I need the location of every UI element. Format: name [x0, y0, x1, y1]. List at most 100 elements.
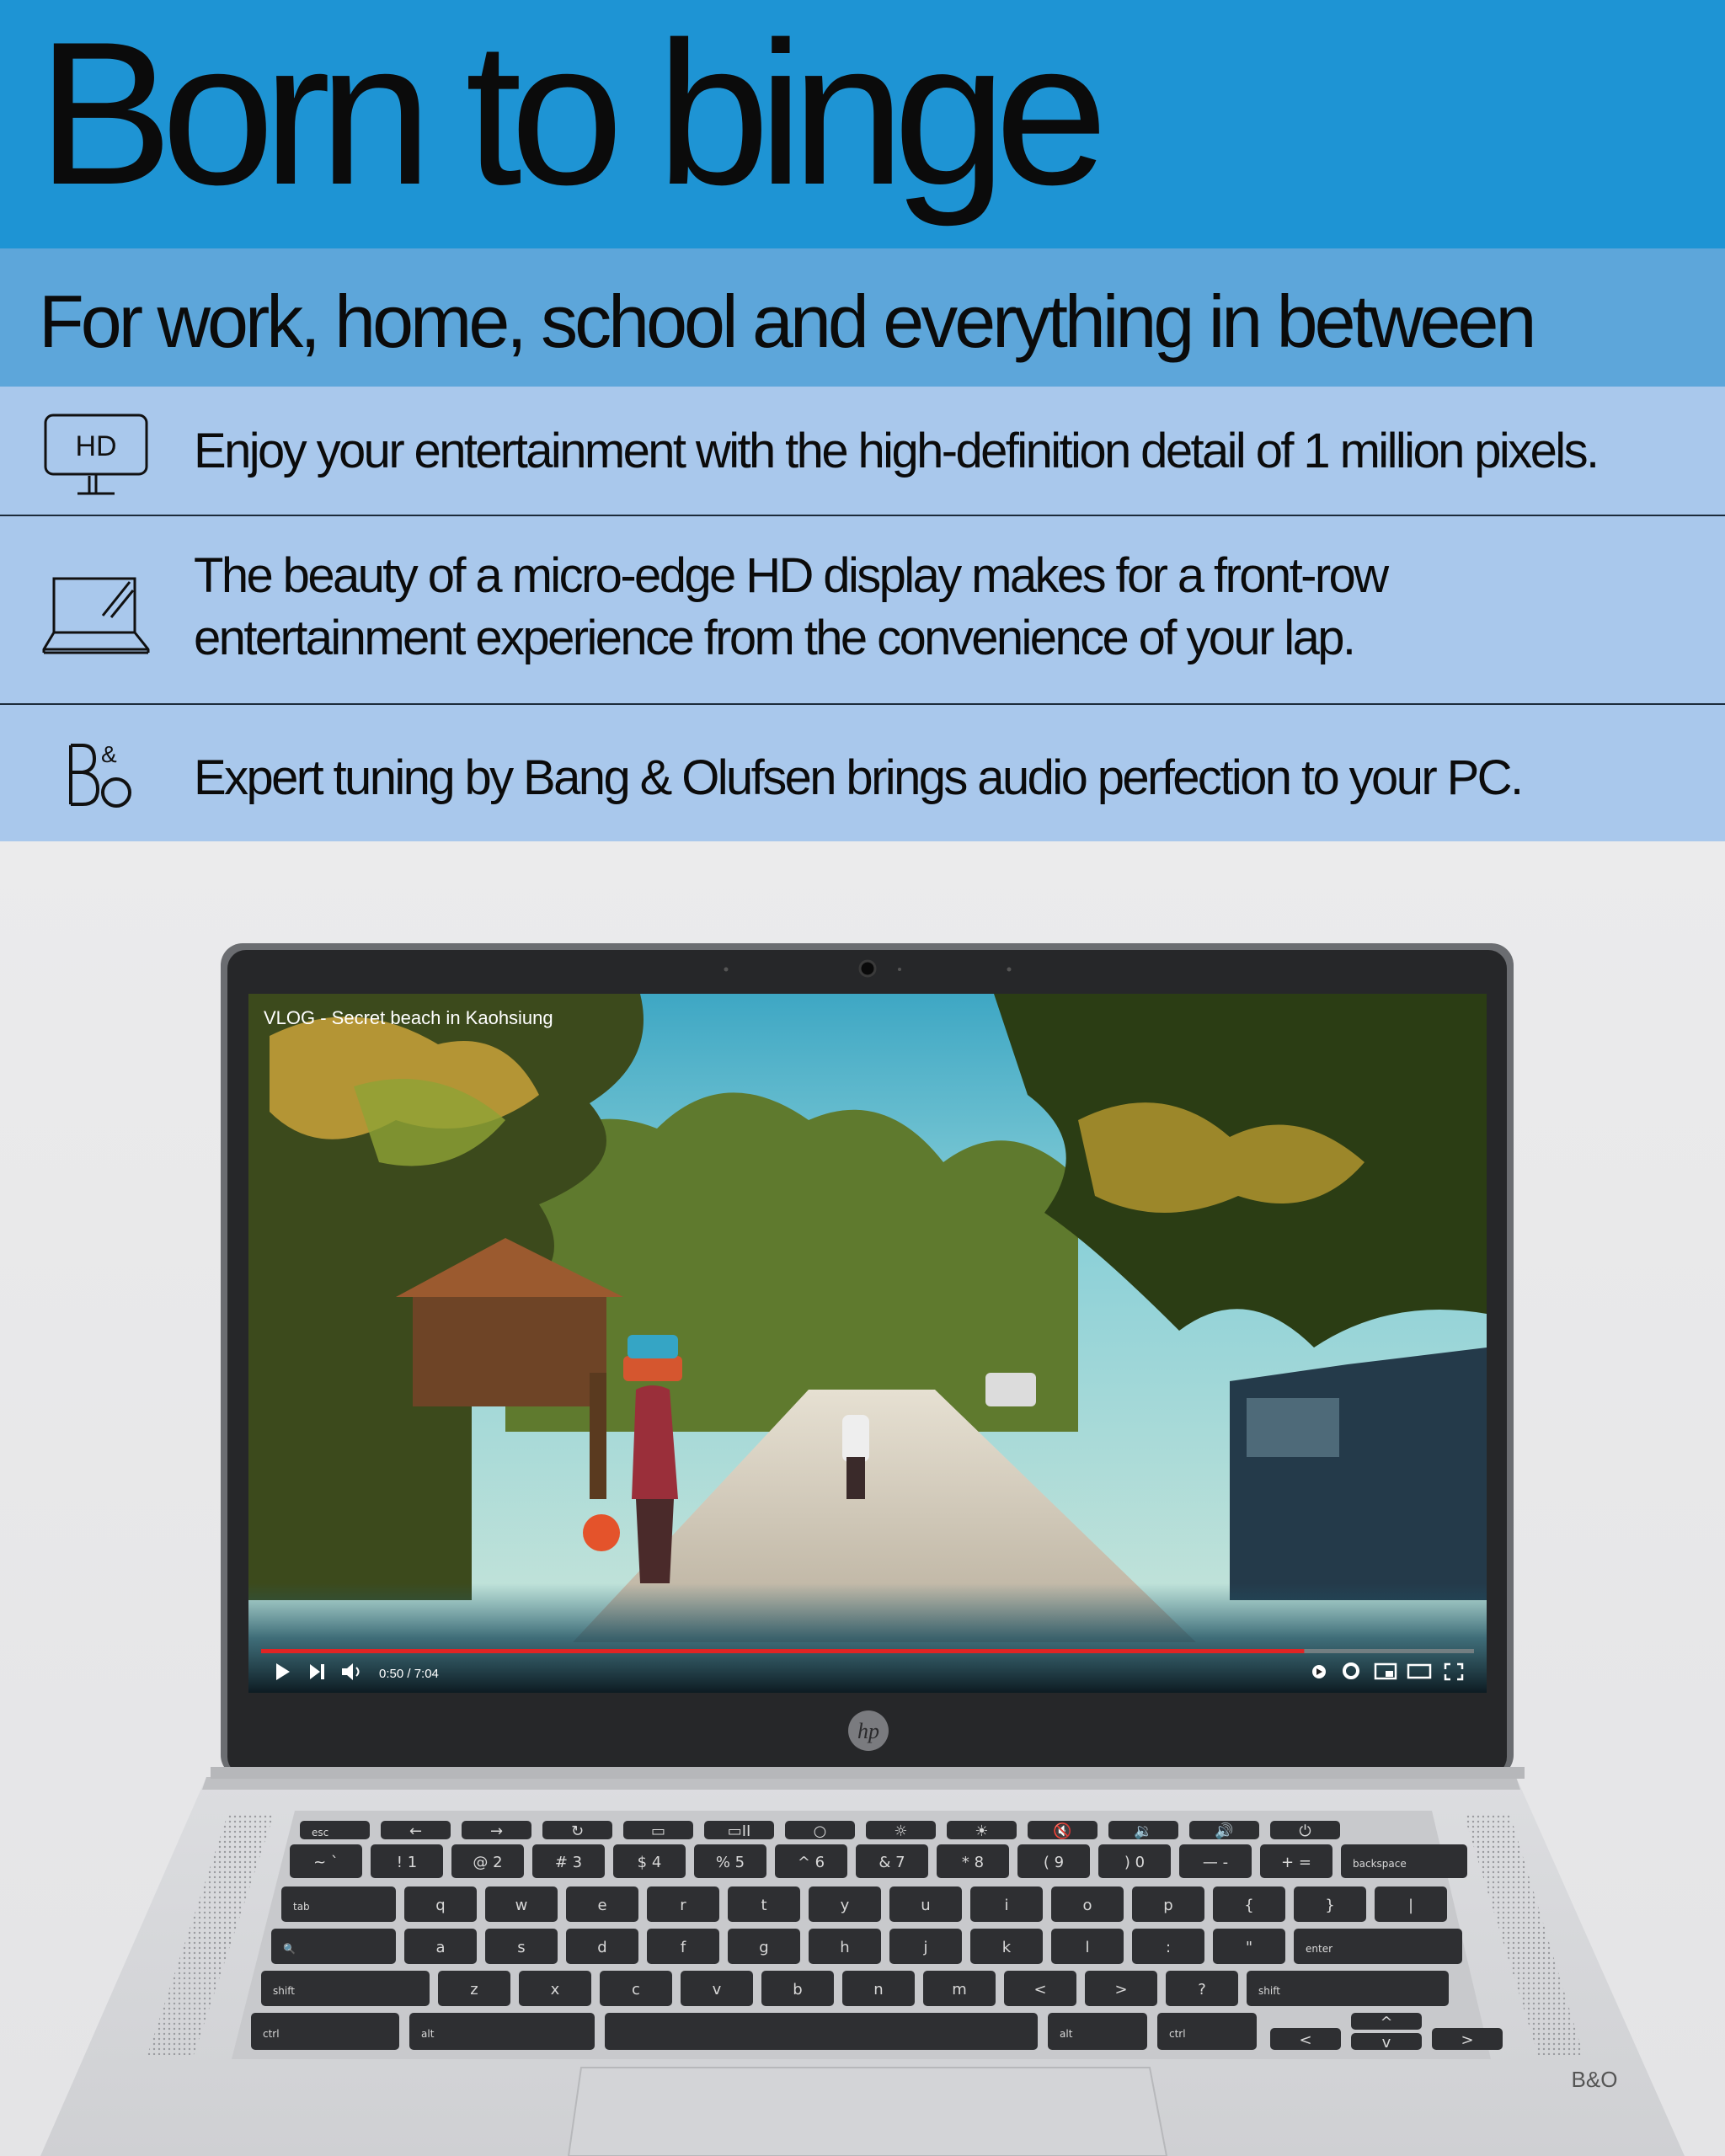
- key-a-10-label: :: [1166, 1939, 1171, 1956]
- key-shift-right-label: shift: [1258, 1985, 1280, 1997]
- key-q-12-label: }: [1325, 1897, 1334, 1914]
- hd-monitor-icon: HD: [44, 414, 148, 495]
- key-fn-12[interactable]: ⏻: [1270, 1821, 1340, 1840]
- key-z-4[interactable]: v: [681, 1971, 753, 2006]
- feature-row-display: The beauty of a micro-edge HD display ma…: [0, 515, 1725, 703]
- key-tab[interactable]: tab: [281, 1886, 396, 1922]
- key-fn-3[interactable]: ↻: [542, 1821, 612, 1840]
- key-num-10[interactable]: ) 0: [1098, 1844, 1171, 1878]
- key-a-11-label: ": [1246, 1939, 1252, 1956]
- feature-text-audio: Expert tuning by Bang & Olufsen brings a…: [194, 750, 1524, 805]
- key-num-12[interactable]: + =: [1260, 1844, 1332, 1878]
- key-a-5[interactable]: g: [728, 1929, 800, 1964]
- key-shift-right[interactable]: shift: [1247, 1971, 1449, 2006]
- key-num-1-label: ! 1: [397, 1854, 417, 1871]
- key-num-5[interactable]: % 5: [694, 1844, 766, 1878]
- video-time: 0:50 / 7:04: [379, 1667, 439, 1681]
- key-a-1[interactable]: a: [404, 1929, 477, 1964]
- key-arrow-up-label: ^: [1380, 2014, 1392, 2031]
- key-a-7-label: j: [922, 1939, 927, 1956]
- key-fn-9[interactable]: 🔇: [1028, 1821, 1097, 1840]
- subtitle-text: For work, home, school and everything in…: [39, 280, 1536, 363]
- key-num-3[interactable]: # 3: [532, 1844, 605, 1878]
- key-q-9[interactable]: o: [1051, 1886, 1124, 1922]
- key-fn-10[interactable]: 🔉: [1108, 1821, 1178, 1840]
- key-z-5[interactable]: b: [761, 1971, 834, 2006]
- key-q-4[interactable]: r: [647, 1886, 719, 1922]
- key-a-11[interactable]: ": [1213, 1929, 1285, 1964]
- key-num-8[interactable]: * 8: [937, 1844, 1009, 1878]
- key-z-9[interactable]: >: [1085, 1971, 1157, 2006]
- key-q-3[interactable]: e: [566, 1886, 638, 1922]
- key-q-13[interactable]: |: [1375, 1886, 1447, 1922]
- key-alt-left[interactable]: alt: [409, 2013, 595, 2050]
- key-num-4[interactable]: $ 4: [613, 1844, 686, 1878]
- key-q-8[interactable]: i: [970, 1886, 1043, 1922]
- key-shift-left[interactable]: shift: [261, 1971, 430, 2006]
- key-num-3-label: # 3: [555, 1854, 582, 1871]
- key-a-8-label: k: [1002, 1939, 1012, 1956]
- key-num-9[interactable]: ( 9: [1017, 1844, 1090, 1878]
- key-fn-2[interactable]: →: [462, 1821, 531, 1840]
- key-z-6-label: n: [873, 1981, 883, 1999]
- key-enter[interactable]: enter: [1294, 1929, 1462, 1964]
- key-q-1[interactable]: q: [404, 1886, 477, 1922]
- webcam: [858, 959, 877, 978]
- key-q-5[interactable]: t: [728, 1886, 800, 1922]
- key-num-0[interactable]: ~ `: [290, 1844, 362, 1878]
- key-z-6[interactable]: n: [842, 1971, 915, 2006]
- key-arrow-right[interactable]: >: [1432, 2028, 1503, 2050]
- key-q-12[interactable]: }: [1294, 1886, 1366, 1922]
- key-backspace[interactable]: backspace: [1341, 1844, 1467, 1878]
- key-fn-5[interactable]: ▭II: [704, 1821, 774, 1840]
- key-z-2[interactable]: x: [519, 1971, 591, 2006]
- key-num-11[interactable]: — -: [1179, 1844, 1252, 1878]
- key-a-6[interactable]: h: [809, 1929, 881, 1964]
- key-z-3[interactable]: c: [600, 1971, 672, 2006]
- key-fn-8[interactable]: ☀: [947, 1821, 1017, 1840]
- key-a-2-label: s: [517, 1939, 525, 1956]
- key-a-8[interactable]: k: [970, 1929, 1043, 1964]
- feature-text-display-line2: entertainment experience from the conven…: [194, 611, 1356, 665]
- key-a-10[interactable]: :: [1132, 1929, 1204, 1964]
- key-search[interactable]: 🔍: [271, 1929, 396, 1964]
- key-num-8-label: * 8: [962, 1854, 984, 1871]
- key-fn-4[interactable]: ▭: [623, 1821, 693, 1840]
- key-num-7[interactable]: & 7: [856, 1844, 928, 1878]
- key-arrow-left[interactable]: <: [1270, 2028, 1341, 2050]
- key-fn-11[interactable]: 🔊: [1189, 1821, 1259, 1840]
- key-alt-right[interactable]: alt: [1048, 2013, 1147, 2050]
- feature-row-audio: & Expert tuning by Bang & Olufsen brings…: [0, 703, 1725, 841]
- key-z-7[interactable]: m: [923, 1971, 996, 2006]
- key-q-11[interactable]: {: [1213, 1886, 1285, 1922]
- key-a-2[interactable]: s: [485, 1929, 558, 1964]
- key-ctrl-left[interactable]: ctrl: [251, 2013, 399, 2050]
- key-a-3[interactable]: d: [566, 1929, 638, 1964]
- key-tab-label: tab: [293, 1901, 310, 1913]
- key-z-10[interactable]: ?: [1166, 1971, 1238, 2006]
- key-z-8[interactable]: <: [1004, 1971, 1076, 2006]
- key-q-2[interactable]: w: [485, 1886, 558, 1922]
- key-fn-6[interactable]: ○: [785, 1821, 855, 1840]
- key-arrow-up[interactable]: ^: [1351, 2013, 1422, 2031]
- key-fn-0-label: esc: [312, 1827, 328, 1838]
- key-a-4-label: f: [681, 1939, 686, 1956]
- key-fn-1[interactable]: ←: [381, 1821, 451, 1840]
- key-a-7[interactable]: j: [889, 1929, 962, 1964]
- key-a-4[interactable]: f: [647, 1929, 719, 1964]
- key-q-7[interactable]: u: [889, 1886, 962, 1922]
- key-fn-7[interactable]: ☼: [866, 1821, 936, 1840]
- key-num-1[interactable]: ! 1: [371, 1844, 443, 1878]
- key-space[interactable]: [605, 2013, 1038, 2050]
- key-fn-0[interactable]: esc: [300, 1821, 370, 1839]
- key-enter-label: enter: [1306, 1943, 1332, 1955]
- key-num-2[interactable]: @ 2: [451, 1844, 524, 1878]
- key-q-6[interactable]: y: [809, 1886, 881, 1922]
- key-q-10[interactable]: p: [1132, 1886, 1204, 1922]
- key-num-6[interactable]: ^ 6: [775, 1844, 847, 1878]
- key-z-1[interactable]: z: [438, 1971, 510, 2006]
- key-a-9[interactable]: l: [1051, 1929, 1124, 1964]
- key-arrow-down[interactable]: v: [1351, 2033, 1422, 2052]
- key-ctrl-right[interactable]: ctrl: [1157, 2013, 1257, 2050]
- laptop-display-icon: [42, 577, 150, 654]
